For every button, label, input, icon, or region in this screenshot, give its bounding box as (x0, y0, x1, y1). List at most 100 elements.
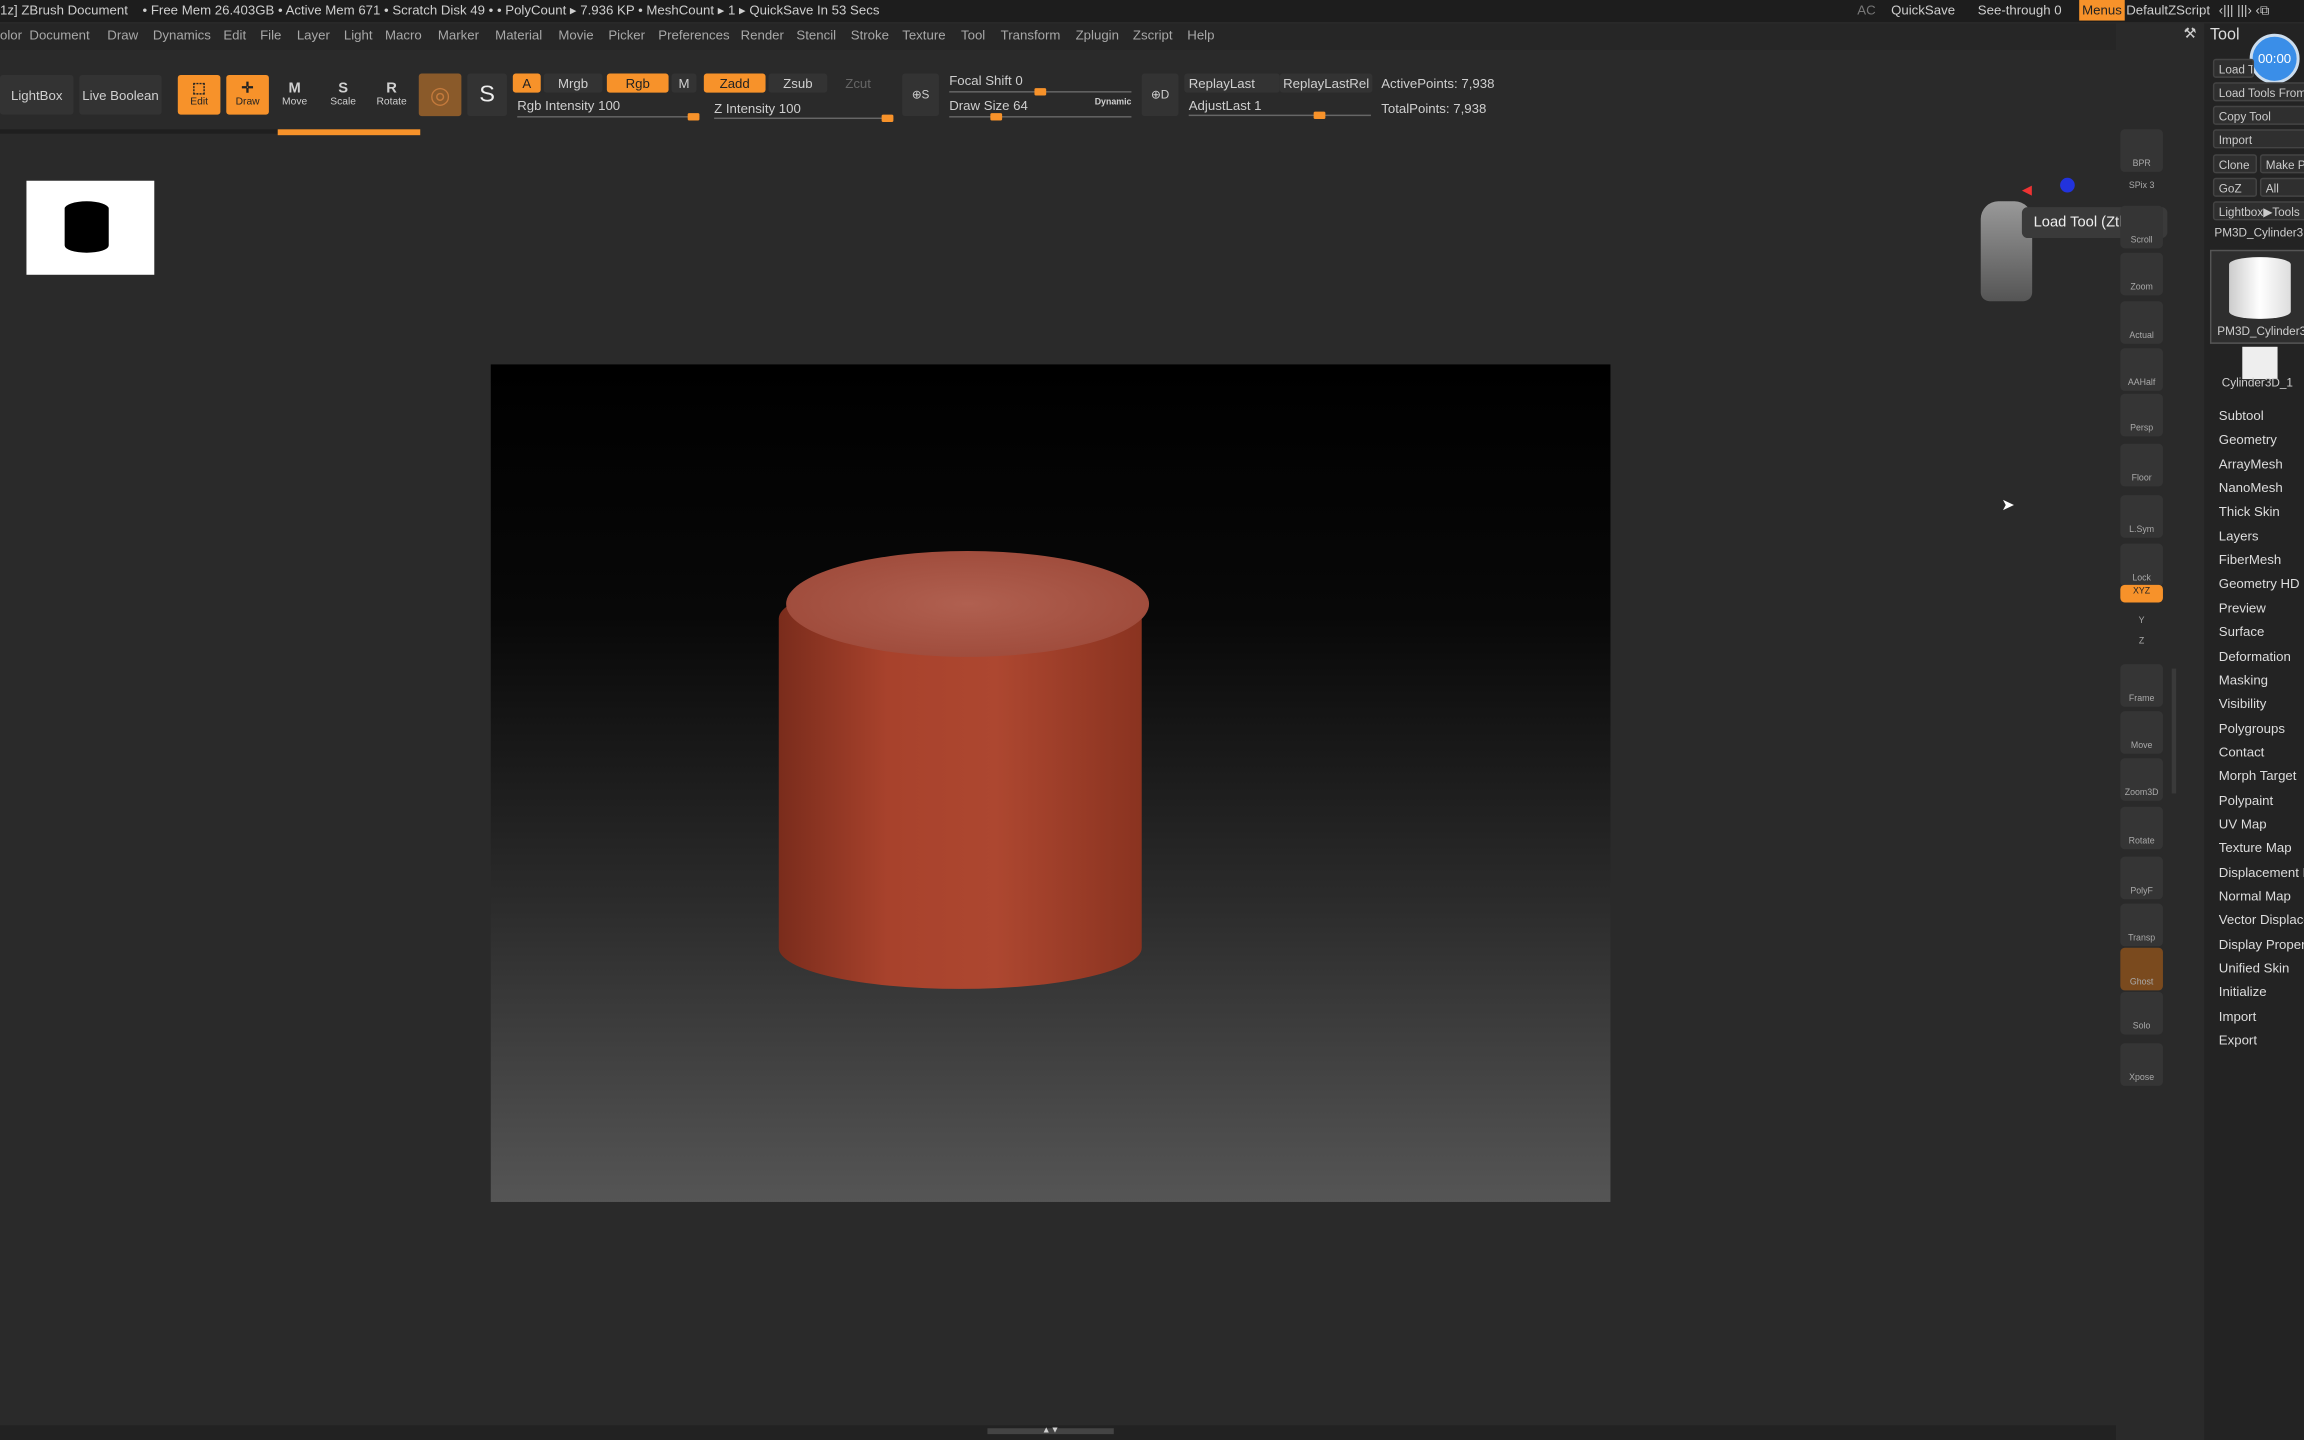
menu-material[interactable]: Material (495, 28, 542, 43)
tool-thumb-active[interactable]: PM3D_Cylinder3 (2209, 249, 2304, 344)
copy-tool-button[interactable]: Copy Tool (2212, 105, 2304, 125)
import-button[interactable]: Import (2212, 129, 2304, 149)
menu-render[interactable]: Render (741, 28, 784, 43)
section-arraymesh[interactable]: ArrayMesh (2219, 457, 2283, 472)
section-displacement-map[interactable]: Displacement Map (2219, 865, 2304, 880)
see-through-slider[interactable]: See-through 0 (1978, 3, 2062, 18)
lightbox-button[interactable]: LightBox (0, 74, 74, 115)
shelf-rotate[interactable]: Rotate (2120, 806, 2163, 850)
menu-preferences[interactable]: Preferences (658, 28, 729, 43)
shelf-scroll[interactable]: Scroll (2120, 205, 2163, 249)
section-uv-map[interactable]: UV Map (2219, 817, 2267, 832)
shelf-zoom[interactable]: Zoom (2120, 252, 2163, 296)
shelf-xyz[interactable]: XYZ (2120, 584, 2163, 603)
mrgb-button[interactable]: Mrgb (543, 73, 603, 93)
goz-all-button[interactable]: All (2259, 177, 2304, 197)
section-subtool[interactable]: Subtool (2219, 408, 2264, 423)
shelf-persp[interactable]: Persp (2120, 393, 2163, 437)
shelf-move[interactable]: Move (2120, 711, 2163, 754)
menu-file[interactable]: File (260, 28, 281, 43)
make-polymesh-button[interactable]: Make P (2259, 154, 2304, 174)
brush-alpha-button[interactable]: S (467, 73, 507, 117)
section-normal-map[interactable]: Normal Map (2219, 889, 2291, 904)
replay-last-button[interactable]: ReplayLast (1184, 73, 1280, 93)
load-tool-button[interactable]: Load Tool (2212, 58, 2255, 78)
section-masking[interactable]: Masking (2219, 673, 2268, 688)
rgb-intensity-slider[interactable] (517, 113, 700, 121)
clone-button[interactable]: Clone (2212, 154, 2257, 174)
menu-light[interactable]: Light (344, 28, 373, 43)
section-fibermesh[interactable]: FiberMesh (2219, 553, 2281, 568)
shelf-solo[interactable]: Solo (2120, 991, 2163, 1035)
section-unified-skin[interactable]: Unified Skin (2219, 961, 2290, 976)
document-thumbnail[interactable] (26, 180, 155, 275)
scale-button[interactable]: S Scale (325, 75, 362, 115)
goz-button[interactable]: GoZ (2212, 177, 2257, 197)
section-thick-skin[interactable]: Thick Skin (2219, 505, 2280, 520)
draw-button[interactable]: ✛ Draw (226, 74, 269, 115)
shelf-spix-3[interactable]: SPix 3 (2120, 176, 2163, 194)
zsub-button[interactable]: Zsub (768, 73, 828, 93)
shelf-polyf[interactable]: PolyF (2120, 856, 2163, 900)
zcut-button[interactable]: Zcut (832, 73, 885, 92)
menu-macro[interactable]: Macro (385, 28, 422, 43)
m-button[interactable]: M (671, 73, 697, 93)
section-polypaint[interactable]: Polypaint (2219, 793, 2273, 808)
ac-button[interactable]: AC (1857, 3, 1875, 18)
shelf-frame[interactable]: Frame (2120, 664, 2163, 707)
shelf-ghost[interactable]: Ghost (2120, 947, 2163, 991)
dynamic-toggle[interactable]: Dynamic (1095, 98, 1132, 107)
section-deformation[interactable]: Deformation (2219, 649, 2291, 664)
adjust-last-slider[interactable] (1188, 111, 1371, 120)
active-tab-indicator[interactable] (277, 129, 421, 136)
lightbox-tools-button[interactable]: Lightbox▶Tools (2212, 201, 2304, 221)
menu-help[interactable]: Help (1187, 28, 1214, 43)
shelf-floor[interactable]: Floor (2120, 443, 2163, 487)
shelf-actual[interactable]: Actual (2120, 301, 2163, 344)
section-vector-displacement[interactable]: Vector Displacement (2219, 913, 2304, 928)
section-visibility[interactable]: Visibility (2219, 697, 2267, 712)
menu-olor[interactable]: olor (0, 28, 22, 43)
menu-dynamics[interactable]: Dynamics (153, 28, 211, 43)
menu-edit[interactable]: Edit (223, 28, 246, 43)
menu-transform[interactable]: Transform (1001, 28, 1061, 43)
rotate-button[interactable]: R Rotate (373, 75, 410, 115)
menu-document[interactable]: Document (29, 28, 89, 43)
menu-picker[interactable]: Picker (608, 28, 645, 43)
bottom-tray-handle[interactable]: ▲▼ (987, 1427, 1114, 1436)
shelf-bpr[interactable]: BPR (2120, 129, 2163, 172)
section-geometry[interactable]: Geometry (2219, 433, 2277, 448)
shelf-scrollbar[interactable] (2171, 668, 2177, 794)
load-tools-from-button[interactable]: Load Tools From (2212, 82, 2304, 102)
stroke-d-button[interactable]: ⊕ D (1141, 73, 1179, 117)
menus-button[interactable]: Menus (2079, 0, 2125, 21)
menu-stencil[interactable]: Stencil (796, 28, 836, 43)
draw-size-slider[interactable] (949, 113, 1132, 121)
timer-badge[interactable]: 00:00 (2249, 33, 2300, 84)
shelf-transp[interactable]: Transp (2120, 903, 2163, 947)
section-display-properties[interactable]: Display Properties (2219, 937, 2304, 952)
replay-last-rel-button[interactable]: ReplayLastRel (1279, 73, 1373, 93)
menu-movie[interactable]: Movie (558, 28, 593, 43)
section-polygroups[interactable]: Polygroups (2219, 721, 2285, 736)
menu-marker[interactable]: Marker (438, 28, 479, 43)
section-texture-map[interactable]: Texture Map (2219, 841, 2292, 856)
live-boolean-button[interactable]: Live Boolean (79, 74, 162, 115)
canvas-viewport[interactable] (490, 364, 1611, 1202)
move-button[interactable]: M Move (276, 75, 313, 115)
quicksave-button[interactable]: QuickSave (1891, 3, 1955, 18)
section-export[interactable]: Export (2219, 1033, 2257, 1048)
section-nanomesh[interactable]: NanoMesh (2219, 481, 2283, 496)
section-morph-target[interactable]: Morph Target (2219, 769, 2297, 784)
section-layers[interactable]: Layers (2219, 529, 2259, 544)
shelf-l-sym[interactable]: L.Sym (2120, 495, 2163, 538)
a-button[interactable]: A (512, 73, 541, 93)
shelf-xpose[interactable]: Xpose (2120, 1043, 2163, 1086)
rgb-button[interactable]: Rgb (606, 73, 669, 93)
z-intensity-slider[interactable] (714, 114, 894, 122)
tool-thumb-secondary[interactable]: Cylinder3D_1 (2210, 344, 2304, 391)
menu-stroke[interactable]: Stroke (851, 28, 889, 43)
shelf-lock[interactable]: Lock (2120, 543, 2163, 587)
menu-zplugin[interactable]: Zplugin (1076, 28, 1119, 43)
section-contact[interactable]: Contact (2219, 745, 2265, 760)
